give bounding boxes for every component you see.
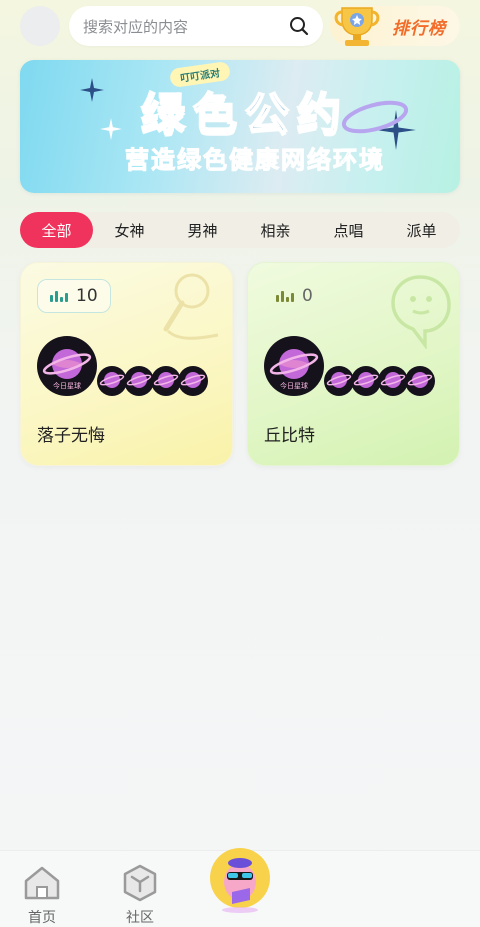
- tab-dating[interactable]: 相亲: [239, 212, 312, 248]
- tab-song-request[interactable]: 点唱: [312, 212, 385, 248]
- listener-count-value: 10: [76, 286, 98, 306]
- nav-community[interactable]: 社区: [120, 863, 160, 927]
- banner-title: 绿色公约: [140, 88, 349, 141]
- ranking-button[interactable]: 排行榜: [330, 6, 460, 46]
- seat-avatar: [151, 366, 181, 396]
- seat-avatar: [351, 366, 381, 396]
- room-card[interactable]: 0 今日星球 丘比特: [247, 262, 460, 466]
- sparkle-icon: [80, 78, 104, 102]
- community-cube-icon: [123, 864, 157, 902]
- listener-count-value: 0: [302, 286, 313, 306]
- nav-home[interactable]: 首页: [22, 863, 62, 927]
- promo-banner[interactable]: 叮叮派对 绿色公约 营造绿色健康网络环境: [20, 60, 460, 193]
- nav-community-label: 社区: [126, 910, 154, 926]
- seat-avatar: [97, 366, 127, 396]
- seat-avatar: [378, 366, 408, 396]
- party-mascot-button[interactable]: [210, 848, 270, 914]
- seat-avatar: [178, 366, 208, 396]
- search-icon[interactable]: [289, 16, 309, 36]
- room-name: 落子无悔: [37, 426, 105, 446]
- banner-subtitle: 营造绿色健康网络环境: [125, 146, 385, 175]
- nav-home-label: 首页: [28, 910, 56, 926]
- sparkle-icon: [100, 118, 122, 140]
- audio-bars-icon: [50, 290, 68, 302]
- room-name: 丘比特: [264, 426, 315, 446]
- user-avatar[interactable]: [20, 6, 60, 46]
- seat-label: 今日星球: [53, 381, 81, 390]
- seat-avatar: [124, 366, 154, 396]
- audio-bars-icon: [276, 290, 294, 302]
- tab-all[interactable]: 全部: [20, 212, 93, 248]
- search-placeholder[interactable]: 搜索对应的内容: [83, 16, 289, 37]
- seat-avatar: [405, 366, 435, 396]
- seat-label: 今日星球: [280, 381, 308, 390]
- tab-goddess[interactable]: 女神: [93, 212, 166, 248]
- host-avatar: 今日星球: [264, 336, 324, 396]
- tab-dispatch[interactable]: 派单: [385, 212, 458, 248]
- room-card[interactable]: 10 今日星球 落子无悔: [20, 262, 233, 466]
- seat-avatars: 今日星球: [264, 336, 454, 396]
- category-tabs: 全部 女神 男神 相亲 点唱 派单: [20, 212, 460, 248]
- listener-count: 0: [264, 279, 325, 313]
- host-avatar: 今日星球: [37, 336, 97, 396]
- tab-male-god[interactable]: 男神: [166, 212, 239, 248]
- seat-avatars: 今日星球: [37, 336, 227, 396]
- home-icon: [24, 866, 60, 900]
- ranking-label: 排行榜: [392, 18, 446, 39]
- seat-avatar: [324, 366, 354, 396]
- listener-count: 10: [37, 279, 111, 313]
- search-bar[interactable]: 搜索对应的内容: [69, 6, 323, 46]
- trophy-icon: [334, 7, 380, 46]
